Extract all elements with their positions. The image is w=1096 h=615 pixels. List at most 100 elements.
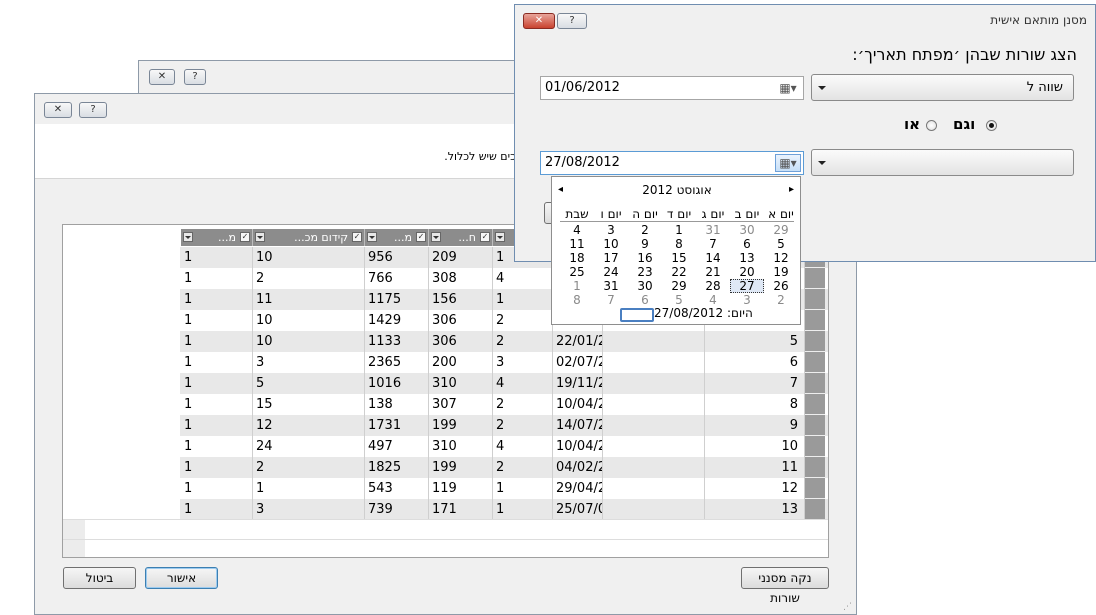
calendar-day[interactable]: 4 [560, 223, 594, 237]
calendar-day[interactable]: 22 [662, 265, 696, 279]
checkbox-icon[interactable]: ✓ [352, 232, 362, 242]
calendar-day[interactable]: 10 [594, 237, 628, 251]
calendar-day[interactable]: 30 [628, 279, 662, 293]
checkbox-icon[interactable]: ✓ [480, 232, 490, 242]
column-header-3[interactable]: ✓ מ... [365, 229, 429, 246]
today-link[interactable]: היום: 27/08/2012 [654, 306, 753, 320]
table-row[interactable]: 1121731199214/07/2008 0... 9 [63, 415, 828, 436]
row-selector[interactable] [805, 394, 825, 415]
calendar-day[interactable]: 24 [594, 265, 628, 279]
table-row[interactable]: 124497310410/04/2009 0... 10 [63, 436, 828, 457]
row-selector[interactable] [805, 352, 825, 373]
close-icon[interactable]: ✕ [149, 69, 175, 85]
operator-select-1[interactable]: שווה ל [811, 74, 1074, 101]
date-input-2[interactable]: 27/08/2012 ▦▾ [540, 151, 804, 175]
table-row[interactable]: 151016310419/11/2007 0... 7 [63, 373, 828, 394]
calendar-day[interactable]: 7 [696, 237, 730, 251]
calendar-day[interactable]: 6 [628, 293, 662, 307]
row-selector[interactable] [805, 436, 825, 457]
dropdown-icon[interactable] [431, 232, 441, 242]
calendar-day[interactable]: 4 [696, 293, 730, 307]
next-month-icon[interactable]: ▸ [789, 184, 794, 195]
calendar-day[interactable]: 17 [594, 251, 628, 265]
column-header-4[interactable]: ✓ ח... [429, 229, 493, 246]
calendar-day[interactable]: 25 [560, 265, 594, 279]
row-selector[interactable] [805, 457, 825, 478]
table-row[interactable]: 121825199204/02/2007 0...11 [63, 457, 828, 478]
calendar-day[interactable]: 31 [696, 223, 730, 237]
or-radio[interactable] [926, 120, 937, 131]
calendar-day[interactable]: 1 [560, 279, 594, 293]
checkbox-icon[interactable]: ✓ [240, 232, 250, 242]
calendar-dropdown-icon[interactable]: ▦▾ [775, 79, 801, 97]
table-row[interactable]: 132365200302/07/2007 0...6 [63, 352, 828, 373]
calendar-day[interactable]: 8 [662, 237, 696, 251]
clear-row-filters-button[interactable]: נקה מסנני שורות [741, 567, 829, 605]
calendar-day[interactable]: 5 [764, 237, 798, 251]
row-selector[interactable] [805, 478, 825, 499]
checkbox-icon[interactable]: ✓ [416, 232, 426, 242]
and-radio[interactable] [986, 120, 997, 131]
close-icon[interactable]: ✕ [44, 102, 72, 118]
calendar-day[interactable]: 3 [730, 293, 764, 307]
dropdown-icon[interactable] [255, 232, 265, 242]
calendar-day[interactable]: 5 [662, 293, 696, 307]
date-input-1[interactable]: 01/06/2012 ▦▾ [540, 76, 804, 100]
calendar-day[interactable]: 13 [730, 251, 764, 265]
column-header-label: קידום מכ... [294, 231, 348, 244]
help-icon[interactable]: ? [79, 102, 107, 118]
help-icon[interactable]: ? [184, 69, 206, 85]
calendar-day[interactable]: 27 [730, 279, 764, 293]
column-header-1[interactable]: ✓ מ... [181, 229, 253, 246]
calendar-day[interactable]: 31 [594, 279, 628, 293]
table-row[interactable]: 1101133306222/01/2008 0... 5 [63, 331, 828, 352]
calendar-day[interactable]: 20 [730, 265, 764, 279]
resize-grip-icon[interactable]: ⋰ [843, 602, 852, 612]
calendar-day[interactable]: 28 [696, 279, 730, 293]
calendar-day[interactable]: 18 [560, 251, 594, 265]
month-title[interactable]: אוגוסט 2012 [552, 183, 802, 197]
calendar-dropdown-icon[interactable]: ▦▾ [775, 154, 801, 172]
calendar-day[interactable]: 7 [594, 293, 628, 307]
calendar-day[interactable]: 23 [628, 265, 662, 279]
table-row[interactable]: 11543119129/04/2007 0...12 [63, 478, 828, 499]
cancel-button[interactable]: ביטול [63, 567, 136, 589]
ok-button[interactable]: אישור [145, 567, 218, 589]
calendar-day[interactable]: 9 [628, 237, 662, 251]
operator-select-2[interactable] [811, 149, 1074, 176]
calendar-day[interactable]: 2 [628, 223, 662, 237]
calendar-day[interactable]: 29 [662, 279, 696, 293]
calendar-day[interactable]: 15 [662, 251, 696, 265]
calendar-day[interactable]: 2 [764, 293, 798, 307]
calendar-day[interactable]: 26 [764, 279, 798, 293]
table-row[interactable]: 115138307210/04/2008 0... 8 [63, 394, 828, 415]
calendar-day[interactable]: 19 [764, 265, 798, 279]
weekday-label: יום ה [632, 207, 658, 221]
calendar-day[interactable]: 30 [730, 223, 764, 237]
calendar-day[interactable]: 14 [696, 251, 730, 265]
row-selector[interactable] [805, 415, 825, 436]
calendar-day[interactable]: 21 [696, 265, 730, 279]
calendar-day[interactable]: 11 [560, 237, 594, 251]
table-row[interactable]: 13739171125/07/0227 0...13 [63, 499, 828, 520]
row-selector[interactable] [805, 310, 825, 331]
table-cell: 11 [705, 457, 805, 478]
dropdown-icon[interactable] [367, 232, 377, 242]
dropdown-icon[interactable] [495, 232, 505, 242]
calendar-day[interactable]: 6 [730, 237, 764, 251]
calendar-day[interactable]: 8 [560, 293, 594, 307]
row-selector[interactable] [805, 331, 825, 352]
row-selector[interactable] [805, 289, 825, 310]
close-icon[interactable]: ✕ [523, 13, 555, 29]
calendar-day[interactable]: 16 [628, 251, 662, 265]
calendar-day[interactable]: 12 [764, 251, 798, 265]
row-selector[interactable] [805, 373, 825, 394]
calendar-day[interactable]: 1 [662, 223, 696, 237]
dropdown-icon[interactable] [183, 232, 193, 242]
row-selector[interactable] [805, 268, 825, 289]
calendar-day[interactable]: 29 [764, 223, 798, 237]
row-selector[interactable] [805, 499, 825, 520]
column-header-2[interactable]: ✓ קידום מכ... [253, 229, 365, 246]
calendar-day[interactable]: 3 [594, 223, 628, 237]
help-icon[interactable]: ? [557, 13, 587, 29]
